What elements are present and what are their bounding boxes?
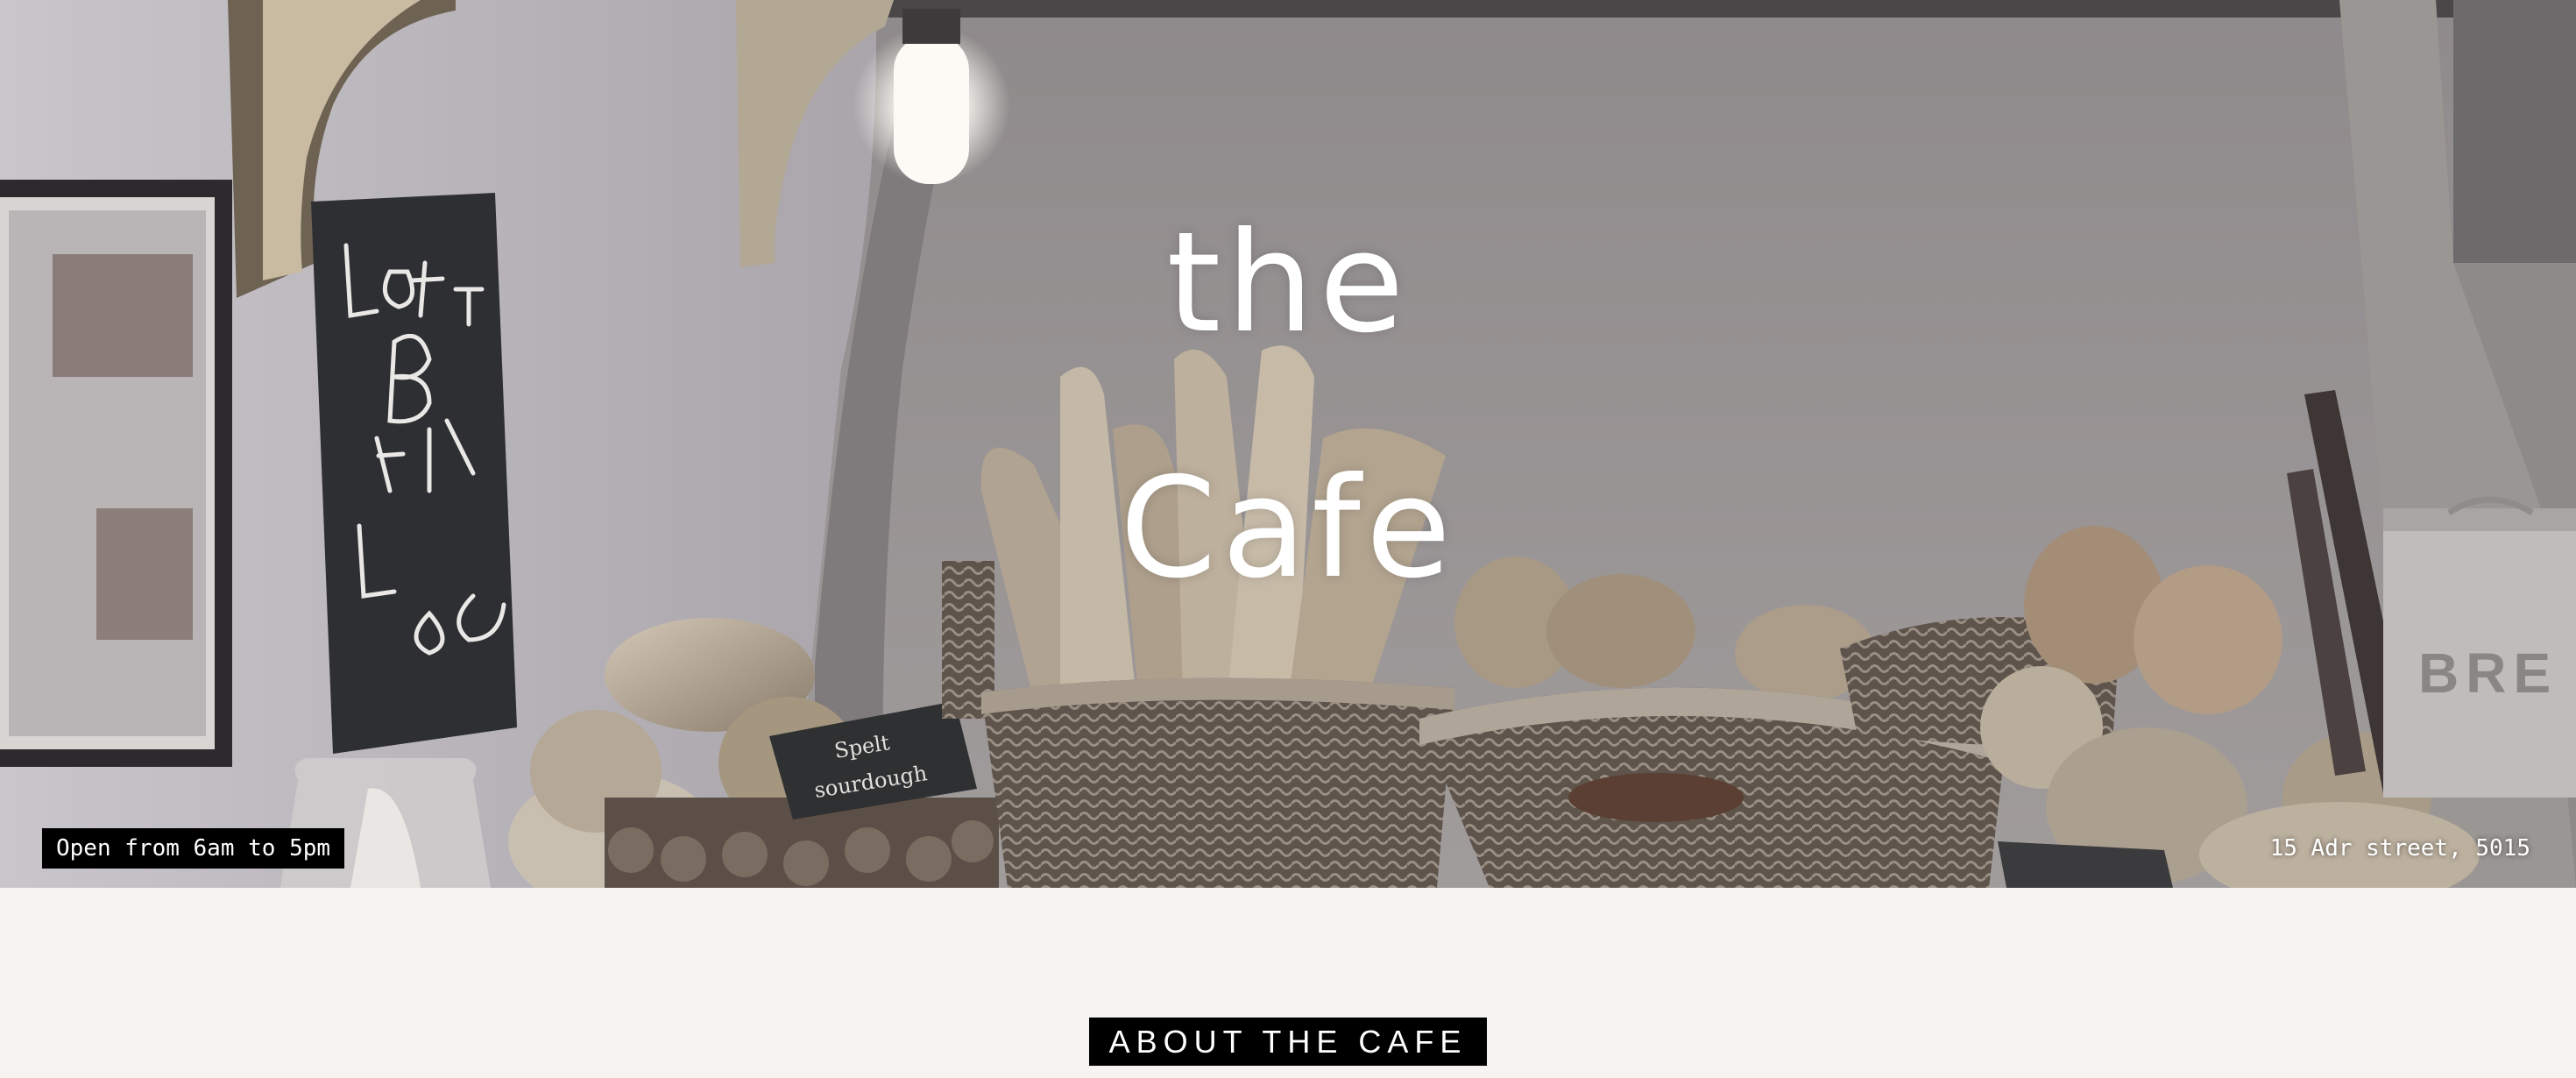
hero-title-the: the [1166,202,1410,364]
hero-banner: Spelt sourdough BRE the Cafe Open from 6… [0,0,2576,888]
svg-text:BRE: BRE [2418,642,2558,705]
hero-title-cafe: Cafe [1120,448,1456,609]
opening-hours-badge: Open from 6am to 5pm [42,828,345,869]
bakery-photo: Spelt sourdough BRE [0,0,2576,888]
address-text: 15 Adr street, 5015 [2269,835,2530,862]
about-section-heading: ABOUT THE CAFE [1089,1018,1487,1066]
